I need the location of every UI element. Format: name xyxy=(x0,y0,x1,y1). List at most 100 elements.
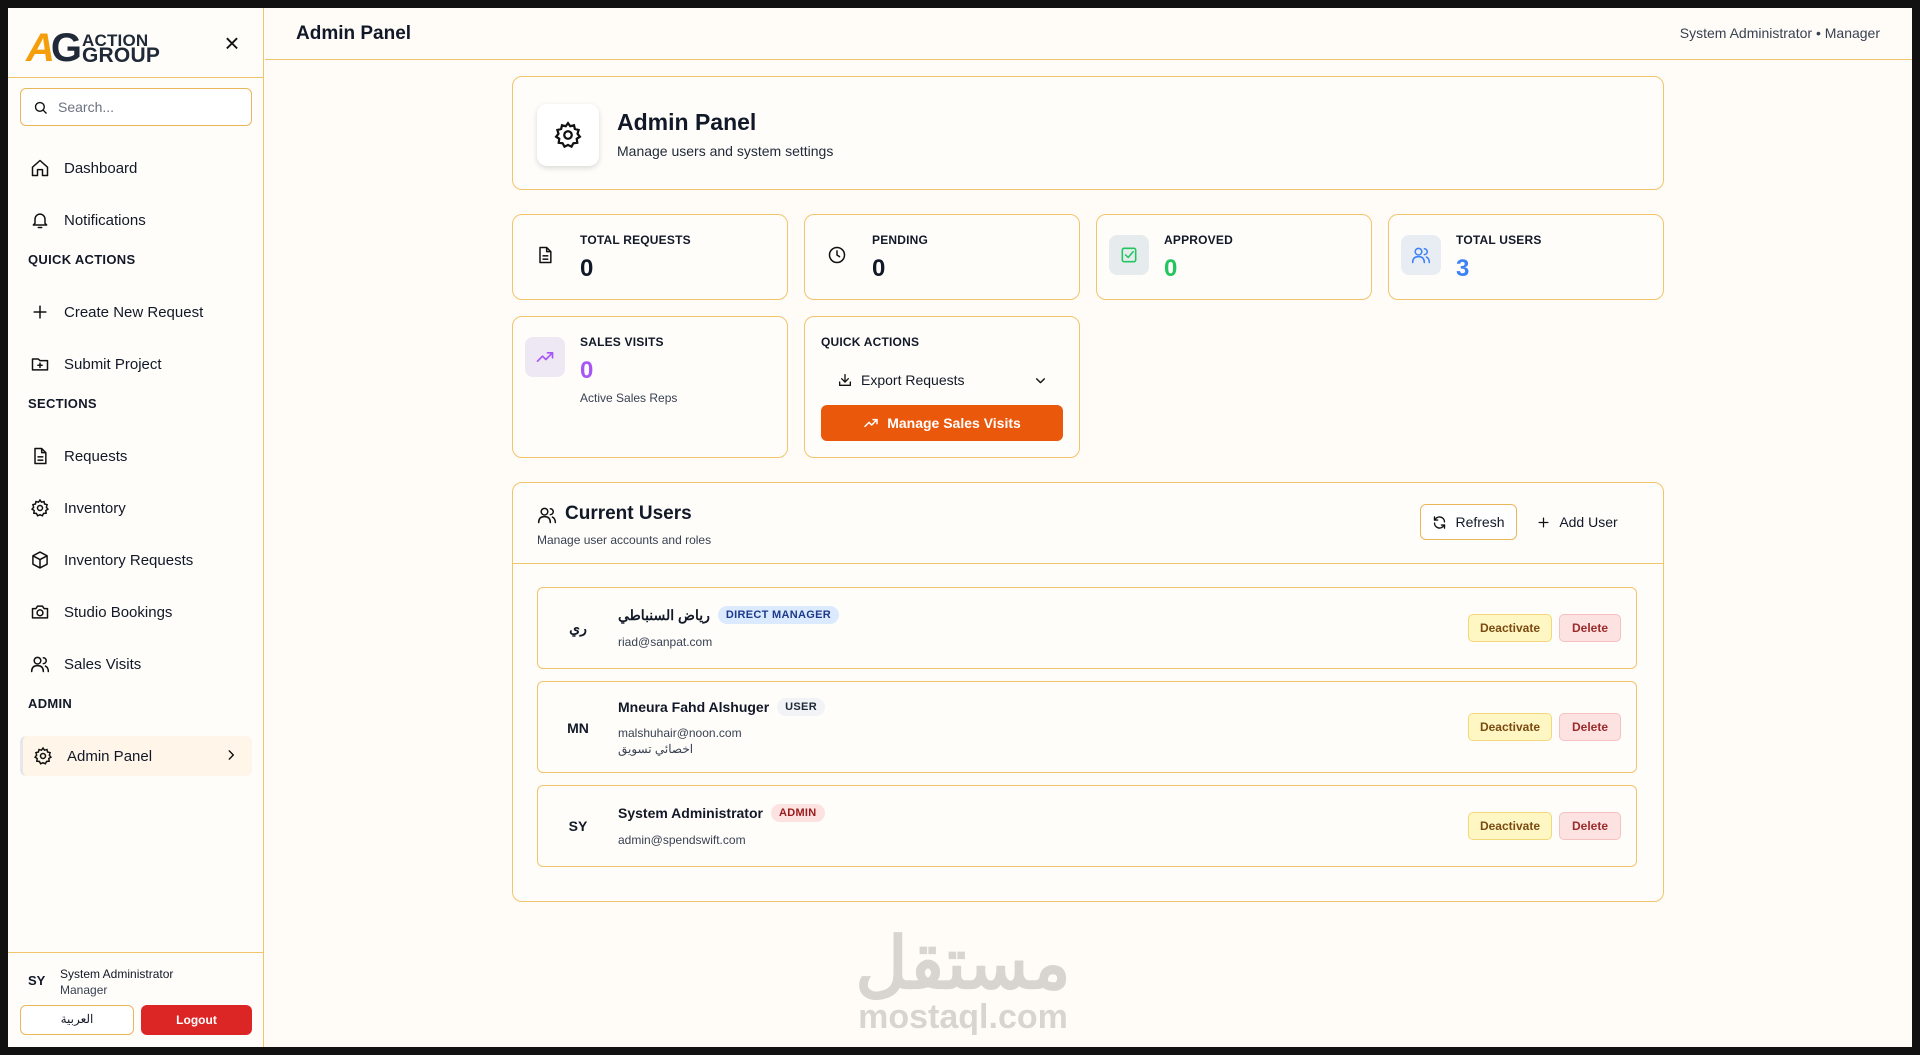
search-icon xyxy=(34,101,47,114)
quick-actions-title: QUICK ACTIONS xyxy=(821,335,920,349)
download-icon xyxy=(839,374,851,386)
refresh-button[interactable]: Refresh xyxy=(1420,504,1517,540)
sidebar-item-dashboard[interactable]: Dashboard xyxy=(20,148,252,188)
footer-user-role: Manager xyxy=(60,983,108,997)
deactivate-button[interactable]: Deactivate xyxy=(1468,812,1552,840)
user-name: Mneura Fahd Alshuger xyxy=(618,699,770,715)
users-icon xyxy=(30,656,50,673)
sidebar-item-label: Dashboard xyxy=(64,159,138,177)
sidebar-item-label: Admin Panel xyxy=(67,747,153,765)
add-user-button[interactable]: Add User xyxy=(1527,504,1627,540)
watermark-arabic: مستقل xyxy=(855,924,1071,1004)
user-name-line: رياض السنباطي DIRECT MANAGER xyxy=(618,606,839,624)
trending-up-icon xyxy=(525,337,565,377)
top-bar: Admin Panel System Administrator • Manag… xyxy=(265,8,1912,60)
gear-icon xyxy=(33,746,53,765)
sidebar-item-inventory-requests[interactable]: Inventory Requests xyxy=(20,540,252,580)
stat-label: PENDING xyxy=(872,233,929,247)
plus-icon xyxy=(1538,517,1549,527)
user-email: riad@sanpat.com xyxy=(618,635,713,649)
logo-text: ACTION GROUP xyxy=(82,32,160,66)
sidebar-item-admin-panel[interactable]: Admin Panel xyxy=(20,736,252,776)
manage-sales-visits-label: Manage Sales Visits xyxy=(887,415,1021,431)
watermark-latin: mostaql.com xyxy=(858,998,1068,1036)
sidebar-item-label: Notifications xyxy=(64,211,146,229)
file-icon xyxy=(525,235,565,275)
footer-user-name: System Administrator xyxy=(60,967,174,981)
stat-card-sales-visits: SALES VISITS 0 Active Sales Reps xyxy=(512,316,788,458)
search-input[interactable] xyxy=(58,99,238,115)
sidebar-item-label: Inventory Requests xyxy=(64,551,194,569)
refresh-icon xyxy=(1434,515,1446,529)
admin-panel-subtitle: Manage users and system settings xyxy=(617,143,834,159)
sidebar-item-create-request[interactable]: Create New Request xyxy=(20,292,252,332)
sidebar-item-submit-project[interactable]: Submit Project xyxy=(20,344,252,384)
avatar: MN xyxy=(567,720,589,736)
admin-header-card: Admin Panel Manage users and system sett… xyxy=(512,76,1664,190)
sidebar-item-label: Studio Bookings xyxy=(64,603,173,621)
header-user-info: System Administrator • Manager xyxy=(1679,25,1880,41)
gear-icon xyxy=(554,121,582,149)
chevron-right-icon xyxy=(228,750,235,760)
stat-label: TOTAL REQUESTS xyxy=(580,233,691,247)
clock-icon xyxy=(817,235,857,275)
sidebar-item-label: Sales Visits xyxy=(64,655,142,673)
role-badge: ADMIN xyxy=(770,804,825,822)
delete-button[interactable]: Delete xyxy=(1559,713,1621,741)
language-toggle-button[interactable]: العربية xyxy=(20,1005,134,1035)
stat-value: 0 xyxy=(580,255,594,282)
current-users-subtitle: Manage user accounts and roles xyxy=(537,533,712,547)
deactivate-button[interactable]: Deactivate xyxy=(1468,614,1552,642)
users-panel-divider xyxy=(513,563,1663,564)
add-user-label: Add User xyxy=(1559,514,1618,530)
sidebar-item-inventory[interactable]: Inventory xyxy=(20,488,252,528)
camera-icon xyxy=(31,605,49,619)
sidebar-footer-divider xyxy=(8,952,264,953)
role-badge: USER xyxy=(777,698,825,716)
manage-sales-visits-button[interactable]: Manage Sales Visits xyxy=(821,405,1063,441)
user-email: admin@spendswift.com xyxy=(618,833,746,847)
refresh-label: Refresh xyxy=(1455,514,1505,530)
section-title-quick-actions: QUICK ACTIONS xyxy=(28,252,136,267)
section-title-sections: SECTIONS xyxy=(28,396,97,411)
avatar: ري xyxy=(569,620,587,636)
check-square-icon xyxy=(1109,235,1149,275)
stat-label: APPROVED xyxy=(1164,233,1233,247)
sidebar-item-sales-visits[interactable]: Sales Visits xyxy=(20,644,252,684)
stat-card-total-users: TOTAL USERS 3 xyxy=(1388,214,1664,300)
page-title: Admin Panel xyxy=(296,23,412,44)
avatar: SY xyxy=(28,973,46,988)
sidebar-item-label: Create New Request xyxy=(64,303,204,321)
user-job-title: اخصائي تسويق xyxy=(618,742,694,756)
sidebar-item-label: Submit Project xyxy=(64,355,162,373)
search-box[interactable] xyxy=(20,88,252,126)
user-row: ري رياض السنباطي DIRECT MANAGER riad@san… xyxy=(537,587,1637,669)
close-sidebar-icon[interactable]: × xyxy=(219,30,245,56)
stat-label: SALES VISITS xyxy=(580,335,664,349)
user-row: MN Mneura Fahd Alshuger USER malshuhair@… xyxy=(537,681,1637,773)
admin-panel-heading: Admin Panel xyxy=(617,109,757,135)
user-row: SY System Administrator ADMIN admin@spen… xyxy=(537,785,1637,867)
logout-button[interactable]: Logout xyxy=(141,1005,252,1035)
chevron-down-icon xyxy=(1036,378,1045,384)
package-icon xyxy=(32,551,48,569)
export-requests-dropdown[interactable]: Export Requests xyxy=(821,365,1063,395)
stat-value: 0 xyxy=(580,357,594,384)
users-icon xyxy=(537,507,557,524)
deactivate-button[interactable]: Deactivate xyxy=(1468,713,1552,741)
file-icon xyxy=(34,447,47,465)
delete-button[interactable]: Delete xyxy=(1559,812,1621,840)
stat-card-total-requests: TOTAL REQUESTS 0 xyxy=(512,214,788,300)
app-window: AG ACTION GROUP × Dashboard Notification… xyxy=(8,8,1912,1047)
folder-plus-icon xyxy=(31,358,49,371)
sidebar-item-studio-bookings[interactable]: Studio Bookings xyxy=(20,592,252,632)
stat-value: 0 xyxy=(1164,255,1178,282)
sidebar-item-label: Requests xyxy=(64,447,128,465)
sidebar-item-notifications[interactable]: Notifications xyxy=(20,200,252,240)
current-users-panel: Current Users Manage user accounts and r… xyxy=(512,482,1664,902)
sidebar-item-requests[interactable]: Requests xyxy=(20,436,252,476)
stat-card-pending: PENDING 0 xyxy=(804,214,1080,300)
delete-button[interactable]: Delete xyxy=(1559,614,1621,642)
logo-mark: AG xyxy=(26,26,82,70)
stat-note: Active Sales Reps xyxy=(580,391,678,405)
